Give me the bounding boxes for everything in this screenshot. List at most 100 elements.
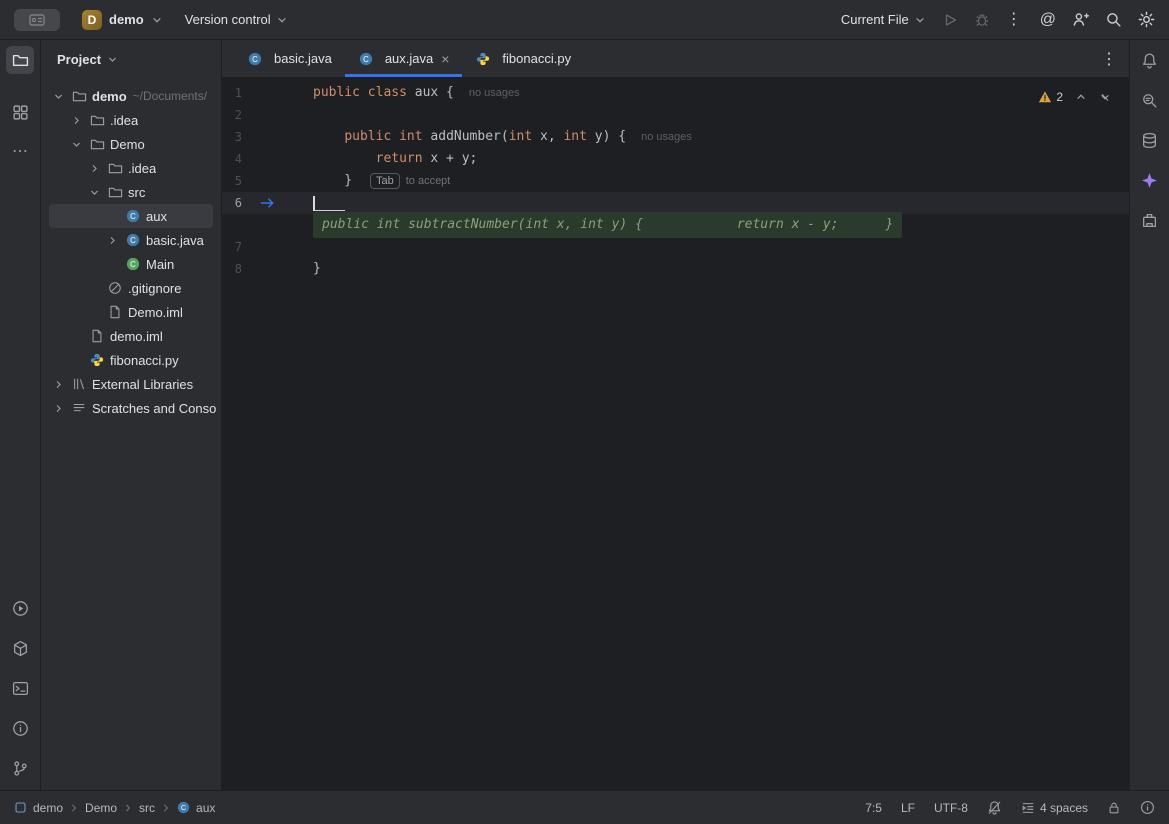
settings-gear-icon[interactable] bbox=[1138, 11, 1155, 28]
tree-item-label: Main bbox=[146, 257, 174, 272]
ai-assistant-at-icon[interactable]: @ bbox=[1040, 12, 1056, 28]
code-line[interactable]: 8 } bbox=[222, 258, 1129, 280]
project-panel-header[interactable]: Project bbox=[41, 40, 221, 78]
tree-item-fibonacci-py[interactable]: fibonacci.py bbox=[41, 348, 221, 372]
code-keyword: public class bbox=[313, 82, 407, 104]
notifications-muted-icon[interactable] bbox=[987, 800, 1002, 815]
chevron-right-icon bbox=[69, 803, 79, 813]
status-info-icon[interactable] bbox=[1140, 800, 1155, 815]
breadcrumb: demo Demo src C aux bbox=[14, 801, 215, 815]
tree-item-scratches[interactable]: Scratches and Conso bbox=[41, 396, 221, 420]
code-line[interactable]: 3 public int addNumber(int x, int y) {no… bbox=[222, 126, 1129, 148]
more-tool-windows-icon[interactable]: ⋯ bbox=[6, 138, 34, 166]
run-configuration-label: Current File bbox=[841, 12, 909, 27]
java-class-icon: C bbox=[177, 801, 190, 814]
warnings-indicator[interactable]: 2 bbox=[1038, 86, 1063, 108]
breadcrumb-item[interactable]: aux bbox=[196, 801, 215, 815]
run-widget-group: Current File ⋮ bbox=[841, 12, 1022, 28]
tree-item-idea-folder[interactable]: .idea bbox=[41, 108, 221, 132]
breadcrumb-item[interactable]: demo bbox=[33, 801, 63, 815]
terminal-tool-button[interactable] bbox=[6, 674, 34, 702]
code-line[interactable]: 2 bbox=[222, 104, 1129, 126]
code-line[interactable]: 1 public class aux {no usages bbox=[222, 82, 1129, 104]
vcs-widget[interactable]: Version control bbox=[185, 12, 288, 27]
tree-item-outer-demo-iml[interactable]: demo.iml bbox=[41, 324, 221, 348]
next-problem-chevron-icon[interactable] bbox=[1099, 91, 1111, 103]
structure-tool-button[interactable] bbox=[6, 98, 34, 126]
code-line[interactable]: 4 return x + y; bbox=[222, 148, 1129, 170]
plugins-tool-button[interactable] bbox=[1136, 206, 1164, 234]
problems-tool-button[interactable] bbox=[6, 714, 34, 742]
tab-aux-java[interactable]: C aux.java × bbox=[345, 40, 463, 77]
chevron-down-icon[interactable] bbox=[89, 187, 107, 198]
more-actions-kebab-icon[interactable]: ⋮ bbox=[1006, 12, 1022, 28]
tree-item-basic-java[interactable]: C basic.java bbox=[41, 228, 221, 252]
code-keyword: int bbox=[563, 126, 586, 148]
previous-problem-chevron-icon[interactable] bbox=[1075, 91, 1087, 103]
indent-widget[interactable]: 4 spaces bbox=[1021, 801, 1088, 815]
java-class-icon: C bbox=[358, 52, 374, 66]
tab-options-kebab-icon[interactable]: ⋮ bbox=[1101, 49, 1117, 69]
tree-item-label: .idea bbox=[110, 113, 138, 128]
chevron-right-icon[interactable] bbox=[71, 115, 89, 126]
code-text: } bbox=[313, 258, 321, 280]
project-widget[interactable]: D demo bbox=[82, 10, 163, 30]
chevron-right-icon[interactable] bbox=[89, 163, 107, 174]
chevron-down-icon[interactable] bbox=[53, 91, 71, 102]
search-everywhere-icon[interactable] bbox=[1105, 11, 1122, 28]
vcs-label: Version control bbox=[185, 12, 271, 27]
code-line-current[interactable]: 6 bbox=[222, 192, 1129, 214]
run-button[interactable] bbox=[942, 12, 958, 28]
find-tool-button[interactable] bbox=[1136, 86, 1164, 114]
project-tool-button[interactable] bbox=[6, 46, 34, 74]
breadcrumb-item[interactable]: src bbox=[139, 801, 155, 815]
chevron-down-icon bbox=[914, 14, 926, 26]
line-separator-widget[interactable]: LF bbox=[901, 801, 915, 815]
chevron-right-icon[interactable] bbox=[107, 235, 125, 246]
run-configuration-selector[interactable]: Current File bbox=[841, 12, 926, 27]
tree-item-external-libraries[interactable]: External Libraries bbox=[41, 372, 221, 396]
tree-item-demo-root[interactable]: demo ~/Documents/ bbox=[41, 84, 221, 108]
window-controls-widget[interactable] bbox=[14, 9, 60, 31]
gutter bbox=[242, 197, 313, 209]
line-number: 3 bbox=[222, 126, 242, 148]
line-number: 1 bbox=[222, 82, 242, 104]
tree-item-aux[interactable]: C aux bbox=[49, 204, 213, 228]
version-control-tool-button[interactable] bbox=[6, 754, 34, 782]
debug-button[interactable] bbox=[974, 12, 990, 28]
java-class-icon: C bbox=[125, 257, 141, 271]
tab-fibonacci-py[interactable]: fibonacci.py bbox=[462, 40, 584, 77]
inline-suggestion-line[interactable]: public int subtractNumber(int x, int y) … bbox=[222, 214, 1129, 236]
breadcrumb-item[interactable]: Demo bbox=[85, 801, 117, 815]
tree-item-label: aux bbox=[146, 209, 167, 224]
tree-item-inner-idea-folder[interactable]: .idea bbox=[41, 156, 221, 180]
code-line[interactable]: 7 bbox=[222, 236, 1129, 258]
tree-item-label: .idea bbox=[128, 161, 156, 176]
code-keyword: return bbox=[376, 148, 423, 170]
module-icon bbox=[14, 801, 27, 814]
usages-inlay-hint: no usages bbox=[641, 126, 692, 148]
tree-item-gitignore[interactable]: .gitignore bbox=[41, 276, 221, 300]
tab-basic-java[interactable]: C basic.java bbox=[234, 40, 345, 77]
caret-position-widget[interactable]: 7:5 bbox=[865, 801, 882, 815]
notifications-tool-button[interactable] bbox=[1136, 46, 1164, 74]
code-editor[interactable]: 2 1 public class aux {no usages 2 3 bbox=[222, 78, 1129, 790]
database-tool-button[interactable] bbox=[1136, 126, 1164, 154]
ai-inline-suggestion[interactable]: public int subtractNumber(int x, int y) … bbox=[313, 212, 902, 238]
tree-item-demo-iml[interactable]: Demo.iml bbox=[41, 300, 221, 324]
chevron-right-icon[interactable] bbox=[53, 403, 71, 414]
chevron-right-icon[interactable] bbox=[53, 379, 71, 390]
encoding-widget[interactable]: UTF-8 bbox=[934, 801, 968, 815]
run-tool-button[interactable] bbox=[6, 594, 34, 622]
services-tool-button[interactable] bbox=[6, 634, 34, 662]
code-with-me-icon[interactable] bbox=[1072, 11, 1089, 28]
read-only-lock-icon[interactable] bbox=[1107, 801, 1121, 815]
tree-item-main[interactable]: C Main bbox=[41, 252, 221, 276]
tree-item-src-folder[interactable]: src bbox=[41, 180, 221, 204]
close-icon[interactable]: × bbox=[441, 52, 449, 66]
tree-item-demo-folder[interactable]: Demo bbox=[41, 132, 221, 156]
chevron-down-icon[interactable] bbox=[71, 139, 89, 150]
line-number: 2 bbox=[222, 104, 242, 126]
code-line[interactable]: 5 } Tabto accept bbox=[222, 170, 1129, 192]
ai-assistant-tool-button[interactable] bbox=[1136, 166, 1164, 194]
